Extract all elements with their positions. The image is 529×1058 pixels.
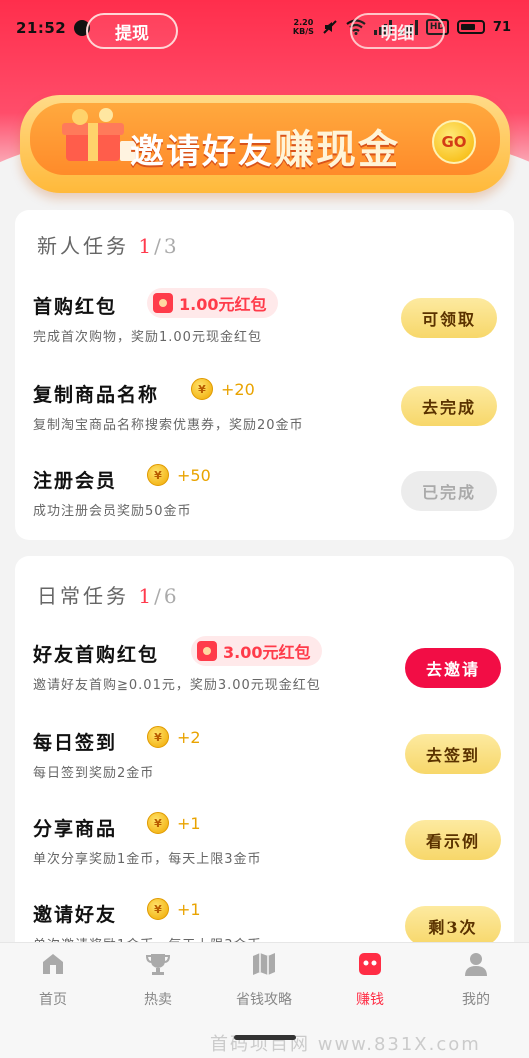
banner-title-part1: 邀请好友 [130,132,274,172]
coin-reward-tag: ¥ +20 [191,378,255,400]
nav-item-earn[interactable]: 赚钱 [320,951,420,1009]
go-complete-button[interactable]: 去完成 [401,386,497,426]
coin-icon: ¥ [147,898,169,920]
reward-text: 1.00元红包 [179,295,267,314]
reward-text: 3.00元红包 [223,643,311,662]
nav-item-home[interactable]: 首页 [3,951,103,1009]
daily-tasks-separator: / [154,584,164,608]
task-desc: 每日签到奖励2金币 [33,766,155,781]
home-icon [43,954,63,974]
daily-tasks-card: 日常任务 1/6 好友首购红包 3.00元红包 邀请好友首购≧0.01元，奖励3… [15,556,514,976]
task-name: 邀请好友 [33,904,118,926]
daily-tasks-total-count: 6 [163,584,180,608]
task-name: 注册会员 [33,470,118,492]
task-name: 首购红包 [33,296,118,318]
net-speed: 2.20 KB/S [293,18,314,36]
nav-label-earn: 赚钱 [356,992,384,1008]
watermark: 首码项目网 www.831X.com [210,1034,481,1055]
task-name: 分享商品 [33,818,118,840]
new-tasks-done-count: 1 [138,234,155,258]
reward-text: +1 [177,899,201,919]
banner-title: 邀请好友赚现金 [130,117,400,175]
invite-button[interactable]: 去邀请 [405,648,501,688]
battery-icon [456,20,485,34]
daily-tasks-done-count: 1 [138,584,155,608]
detail-button[interactable]: 明细 [350,13,445,49]
map-icon [253,953,275,975]
user-icon [465,953,487,976]
nav-label-home: 首页 [39,992,67,1008]
net-speed-unit: KB/S [292,27,314,36]
net-speed-value: 2.20 [293,18,314,27]
home-indicator[interactable] [234,1035,296,1040]
task-name: 好友首购红包 [33,644,160,666]
mute-icon [323,20,337,34]
new-tasks-title-text: 新人任务 [37,234,129,258]
task-name: 每日签到 [33,732,118,754]
status-bar: 21:52 2.20 KB/S HD 71 [0,0,529,56]
task-desc: 成功注册会员奖励50金币 [33,504,192,519]
nav-label-mine: 我的 [462,992,490,1008]
daily-tasks-title: 日常任务 1/6 [37,580,180,609]
task-name: 复制商品名称 [33,384,160,406]
new-tasks-card: 新人任务 1/3 首购红包 1.00元红包 完成首次购物，奖励1.00元现金红包… [15,210,514,540]
nav-label-saving-guide: 省钱攻略 [236,992,292,1008]
remaining-times-button[interactable]: 剩3次 [405,906,501,946]
nav-item-mine[interactable]: 我的 [426,951,526,1009]
red-packet-icon [153,293,173,313]
task-desc: 完成首次购物，奖励1.00元现金红包 [33,330,262,345]
redpack-reward-tag: 3.00元红包 [191,636,323,666]
coin-icon: ¥ [147,464,169,486]
go-button[interactable]: GO [432,120,476,164]
banner-title-part2: 赚现金 [274,126,400,173]
new-tasks-total-count: 3 [163,234,180,258]
checkin-button[interactable]: 去签到 [405,734,501,774]
task-desc: 复制淘宝商品名称搜索优惠券，奖励20金币 [33,418,304,433]
red-packet-icon [197,641,217,661]
new-tasks-title: 新人任务 1/3 [37,230,180,259]
status-time: 21:52 [16,19,67,37]
nav-label-hot-sale: 热卖 [144,992,172,1008]
coin-icon: ¥ [147,812,169,834]
new-tasks-separator: / [154,234,164,258]
coin-reward-tag: ¥ +1 [147,812,201,834]
daily-tasks-title-text: 日常任务 [37,584,129,608]
reward-text: +50 [177,465,211,485]
coin-reward-tag: ¥ +50 [147,464,211,486]
view-example-button[interactable]: 看示例 [405,820,501,860]
task-desc: 邀请好友首购≧0.01元，奖励3.00元现金红包 [33,678,321,693]
gift-box-icon [62,108,136,161]
coin-reward-tag: ¥ +1 [147,898,201,920]
earn-icon [359,953,381,975]
reward-text: +20 [221,379,255,399]
task-desc: 单次分享奖励1金币，每天上限3金币 [33,852,262,867]
reward-text: +2 [177,727,201,747]
nav-item-hot-sale[interactable]: 热卖 [108,951,208,1009]
reward-text: +1 [177,813,201,833]
coin-icon: ¥ [191,378,213,400]
trophy-icon [145,954,171,975]
battery-level: 71 [492,19,511,35]
redpack-reward-tag: 1.00元红包 [147,288,279,318]
claim-button[interactable]: 可领取 [401,298,497,338]
coin-icon: ¥ [147,726,169,748]
nav-item-saving-guide[interactable]: 省钱攻略 [214,951,314,1009]
coin-reward-tag: ¥ +2 [147,726,201,748]
completed-button[interactable]: 已完成 [401,471,497,511]
withdraw-button[interactable]: 提现 [86,13,178,49]
